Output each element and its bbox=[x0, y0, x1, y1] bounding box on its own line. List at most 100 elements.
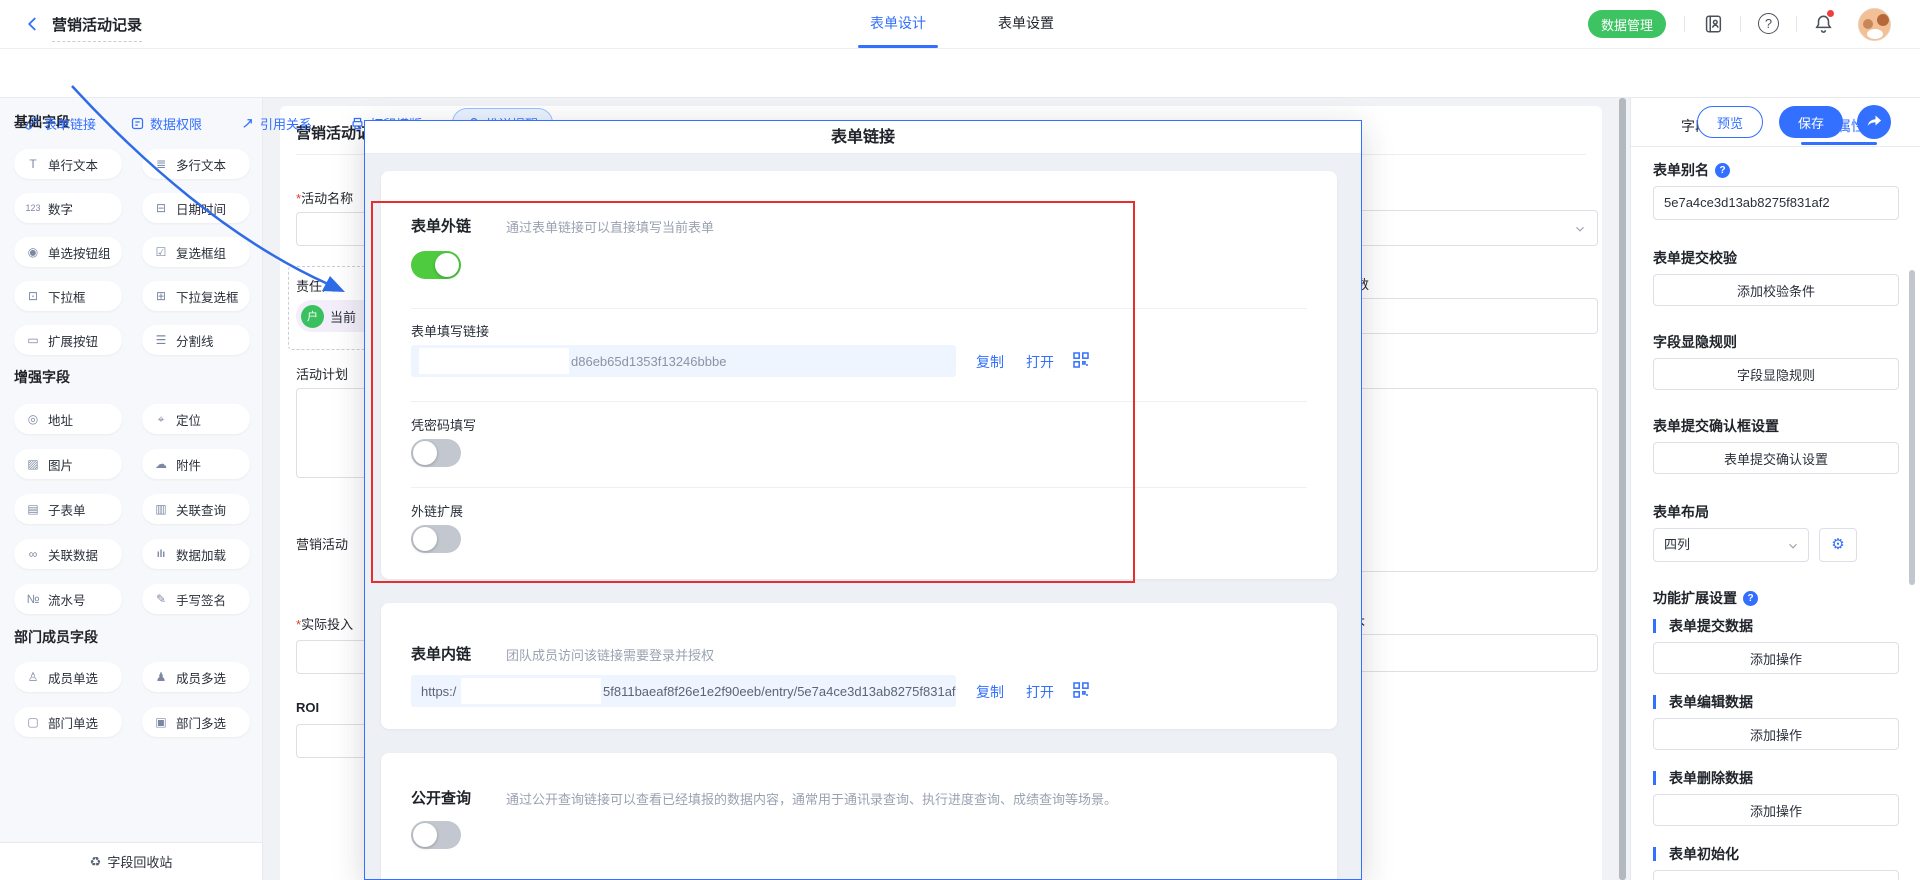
ext-settings-label: 功能扩展设置? bbox=[1653, 588, 1758, 608]
modal-title: 表单链接 bbox=[365, 121, 1361, 154]
field-item[interactable]: ☁附件 bbox=[142, 449, 250, 479]
help-icon[interactable]: ? bbox=[1743, 591, 1758, 606]
tab-form-settings[interactable]: 表单设置 bbox=[984, 13, 1068, 33]
link-icon bbox=[24, 116, 39, 131]
preview-button[interactable]: 预览 bbox=[1697, 106, 1763, 138]
back-icon[interactable] bbox=[24, 15, 42, 33]
single-text-icon: T bbox=[24, 157, 42, 171]
help-icon[interactable]: ? bbox=[1715, 163, 1730, 178]
form-link-modal: 表单链接 表单外链 通过表单链接可以直接填写当前表单 表单填写链接 d86eb6… bbox=[364, 120, 1362, 880]
internal-link-desc: 团队成员访问该链接需要登录并授权 bbox=[506, 645, 714, 664]
field-label-roi: ROI bbox=[296, 700, 319, 715]
field-item[interactable]: ⊟日期时间 bbox=[142, 193, 250, 223]
dropdown-icon: ⊡ bbox=[24, 289, 42, 303]
redaction-box bbox=[461, 678, 601, 704]
fill-link-input[interactable]: d86eb65d1353f13246bbbe bbox=[411, 345, 956, 377]
form-toolbar: 表单链接 数据权限 引用关系 打印模版 推送提醒 预览 保存 bbox=[0, 49, 1920, 98]
canvas-scrollbar[interactable] bbox=[1619, 98, 1626, 880]
alias-input[interactable]: 5e7a4ce3d13ab8275f831af2 bbox=[1653, 186, 1899, 220]
chevron-down-icon bbox=[1573, 222, 1587, 236]
add-action-button[interactable]: 添加操作 bbox=[1653, 870, 1899, 880]
fill-link-label: 表单填写链接 bbox=[411, 321, 489, 340]
field-item[interactable]: ☰分割线 bbox=[142, 325, 250, 355]
gear-icon: ⚙ bbox=[1831, 536, 1844, 553]
dropdown-multi-icon: ⊞ bbox=[152, 289, 170, 303]
field-item[interactable]: ☑复选框组 bbox=[142, 237, 250, 267]
copy-link-button[interactable]: 复制 bbox=[976, 682, 1004, 702]
public-query-toggle[interactable] bbox=[411, 821, 461, 849]
notification-bell-icon[interactable] bbox=[1812, 12, 1835, 35]
tab-form-design-underline bbox=[858, 45, 938, 48]
location-icon: ⌖ bbox=[152, 412, 170, 427]
section-marker bbox=[1653, 695, 1656, 709]
field-item[interactable]: №流水号 bbox=[14, 584, 122, 614]
field-item[interactable]: ⊡下拉框 bbox=[14, 281, 122, 311]
internal-link-input[interactable]: https:/ 5f811baeaf8f26e1e2f90eeb/entry/5… bbox=[411, 675, 956, 707]
qrcode-icon[interactable] bbox=[1073, 352, 1089, 368]
toolbar-data-permission[interactable]: 数据权限 bbox=[130, 108, 202, 138]
divider bbox=[411, 487, 1307, 488]
field-recycle-bar[interactable]: ♻ 字段回收站 bbox=[0, 842, 262, 880]
layout-select[interactable]: 四列 bbox=[1653, 528, 1809, 562]
member-avatar: 户 bbox=[301, 305, 324, 328]
field-item[interactable]: 123数字 bbox=[14, 193, 122, 223]
field-item[interactable]: ▥关联查询 bbox=[142, 494, 250, 524]
share-button[interactable] bbox=[1857, 105, 1891, 139]
lookup-icon: ▥ bbox=[152, 502, 170, 516]
field-item[interactable]: ⊞下拉复选框 bbox=[142, 281, 250, 311]
properties-panel: 字段属性 表单属性 表单别名? 5e7a4ce3d13ab8275f831af2… bbox=[1630, 98, 1920, 880]
chevron-down-icon bbox=[1786, 539, 1800, 553]
external-link-toggle[interactable] bbox=[411, 251, 461, 279]
add-action-button[interactable]: 添加操作 bbox=[1653, 718, 1899, 750]
add-action-button[interactable]: 添加操作 bbox=[1653, 642, 1899, 674]
panel-scrollbar[interactable] bbox=[1909, 270, 1915, 585]
member-multi-icon: ♟ bbox=[152, 670, 170, 684]
delete-data-label: 表单删除数据 bbox=[1653, 768, 1753, 788]
field-item[interactable]: ♟成员多选 bbox=[142, 662, 250, 692]
contacts-icon[interactable] bbox=[1702, 13, 1724, 35]
confirm-label: 表单提交确认框设置 bbox=[1653, 416, 1779, 436]
field-item[interactable]: ◉单选按钮组 bbox=[14, 237, 122, 267]
field-item[interactable]: ≣多行文本 bbox=[142, 149, 250, 179]
app-window: 营销活动记录 表单设计 表单设置 数据管理 ? 表单链接 数据权限 bbox=[0, 0, 1920, 880]
field-item[interactable]: ⌖定位 bbox=[142, 404, 250, 434]
field-item[interactable]: ∞关联数据 bbox=[14, 539, 122, 569]
tab-form-design[interactable]: 表单设计 bbox=[856, 13, 940, 33]
internal-link-title: 表单内链 bbox=[411, 643, 471, 664]
add-action-button[interactable]: 添加操作 bbox=[1653, 794, 1899, 826]
open-link-button[interactable]: 打开 bbox=[1026, 682, 1054, 702]
field-item[interactable]: ◎地址 bbox=[14, 404, 122, 434]
open-link-button[interactable]: 打开 bbox=[1026, 352, 1054, 372]
extend-button-icon: ▭ bbox=[24, 333, 42, 347]
field-item[interactable]: ▨图片 bbox=[14, 449, 122, 479]
toolbar-reference-relation[interactable]: 引用关系 bbox=[240, 108, 312, 138]
visibility-rules-button[interactable]: 字段显隐规则 bbox=[1653, 358, 1899, 390]
group-enhanced-fields: 增强字段 bbox=[14, 367, 70, 387]
field-item[interactable]: ılı数据加载 bbox=[142, 539, 250, 569]
field-item[interactable]: ✎手写签名 bbox=[142, 584, 250, 614]
layout-gear-button[interactable]: ⚙ bbox=[1819, 528, 1857, 562]
help-icon[interactable]: ? bbox=[1758, 13, 1779, 34]
qrcode-icon[interactable] bbox=[1073, 682, 1089, 698]
toolbar-form-link[interactable]: 表单链接 bbox=[24, 108, 96, 138]
field-item[interactable]: ▢部门单选 bbox=[14, 707, 122, 737]
section-marker bbox=[1653, 847, 1656, 861]
add-validation-button[interactable]: 添加校验条件 bbox=[1653, 274, 1899, 306]
field-label-owner: 责任人 bbox=[296, 276, 335, 295]
field-item[interactable]: T单行文本 bbox=[14, 149, 122, 179]
confirm-settings-button[interactable]: 表单提交确认设置 bbox=[1653, 442, 1899, 474]
field-item[interactable]: ▤子表单 bbox=[14, 494, 122, 524]
save-button[interactable]: 保存 bbox=[1779, 106, 1843, 138]
radio-group-icon: ◉ bbox=[24, 245, 42, 259]
copy-link-button[interactable]: 复制 bbox=[976, 352, 1004, 372]
password-fill-toggle[interactable] bbox=[411, 439, 461, 467]
data-manage-button[interactable]: 数据管理 bbox=[1588, 10, 1666, 38]
tabs-divider bbox=[1631, 146, 1920, 147]
field-sidebar: 基础字段 增强字段 部门成员字段 T单行文本 ≣多行文本 123数字 ⊟日期时间… bbox=[0, 98, 263, 880]
avatar[interactable] bbox=[1858, 8, 1891, 41]
field-item[interactable]: ▣部门多选 bbox=[142, 707, 250, 737]
field-item[interactable]: ▭扩展按钮 bbox=[14, 325, 122, 355]
field-item[interactable]: ♙成员单选 bbox=[14, 662, 122, 692]
signature-icon: ✎ bbox=[152, 592, 170, 606]
extend-link-toggle[interactable] bbox=[411, 525, 461, 553]
